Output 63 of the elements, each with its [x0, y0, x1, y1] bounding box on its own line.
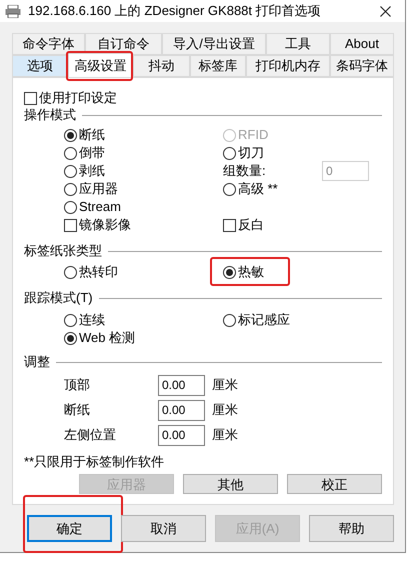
- radio-button[interactable]: [64, 146, 77, 160]
- unit-label: 厘米: [212, 426, 238, 444]
- radio-button[interactable]: [64, 164, 77, 178]
- tab[interactable]: 工具: [266, 33, 330, 55]
- radio-label: 热敏: [238, 263, 264, 282]
- tab[interactable]: 打印机内存: [246, 55, 330, 77]
- tab[interactable]: 选项: [12, 55, 68, 77]
- checkbox[interactable]: [24, 92, 37, 104]
- section-title: 操作模式: [24, 106, 76, 124]
- tab[interactable]: 导入/导出设置: [162, 33, 266, 55]
- field-label: 顶部: [64, 376, 91, 394]
- close-icon[interactable]: [380, 6, 391, 16]
- window-title: 192.168.6.160 上的 ZDesigner GK888t 打印首选项: [28, 2, 321, 20]
- field-label: 断纸: [64, 401, 91, 420]
- tab[interactable]: 命令字体: [12, 33, 85, 55]
- note-text: **只限用于标签制作软件: [24, 453, 166, 471]
- field-label: 组数量:: [223, 162, 267, 180]
- radio-button[interactable]: [223, 314, 236, 326]
- checkbox-label: 反白: [238, 216, 264, 234]
- section-title: 调整: [24, 353, 50, 372]
- radio-button[interactable]: [223, 266, 236, 278]
- tab[interactable]: 抖动: [133, 55, 190, 77]
- tab[interactable]: 标签库: [190, 55, 246, 77]
- radio-button[interactable]: [64, 314, 77, 326]
- button[interactable]: 帮助: [309, 515, 394, 542]
- printer-icon: [5, 4, 21, 18]
- section-title: 跟踪模式(T): [24, 289, 93, 308]
- radio-button[interactable]: [64, 182, 77, 196]
- radio-button[interactable]: [223, 182, 236, 196]
- field-label: 左侧位置: [64, 426, 117, 444]
- button[interactable]: 其他: [183, 474, 278, 494]
- checkbox[interactable]: [223, 218, 236, 232]
- section-title: 标签纸张类型: [24, 242, 102, 260]
- radio-button[interactable]: [64, 332, 77, 344]
- checkbox-label: 使用打印设定: [39, 89, 117, 108]
- button[interactable]: 取消: [121, 515, 206, 542]
- radio-label: 切刀: [238, 144, 264, 162]
- checkbox-label: 镜像影像: [79, 216, 131, 234]
- input-field[interactable]: 0.00: [158, 424, 205, 446]
- radio-button[interactable]: [64, 128, 77, 142]
- radio-button[interactable]: [223, 146, 236, 160]
- button[interactable]: 确定: [27, 515, 112, 542]
- radio-button[interactable]: [64, 200, 77, 214]
- radio-label: 标记感应: [238, 311, 290, 330]
- radio-button[interactable]: [64, 266, 77, 278]
- unit-label: 厘米: [212, 376, 238, 394]
- button[interactable]: 校正: [287, 474, 382, 494]
- radio-label: 应用器: [79, 180, 118, 198]
- radio-label: 剥纸: [79, 162, 105, 180]
- tab[interactable]: 条码字体: [330, 55, 394, 77]
- radio-label: 断纸: [79, 126, 105, 144]
- radio-label: Stream: [79, 198, 121, 216]
- radio-label: 高级 **: [238, 180, 278, 198]
- radio-label: Web 检测: [79, 329, 136, 348]
- tab[interactable]: About: [330, 33, 394, 55]
- input-field[interactable]: 0.00: [158, 400, 205, 420]
- radio-label: 倒带: [79, 144, 105, 162]
- unit-label: 厘米: [212, 401, 238, 420]
- input-field[interactable]: 0.00: [158, 374, 205, 396]
- radio-label: 热转印: [79, 263, 118, 282]
- radio-label: RFID: [238, 126, 268, 144]
- radio-label: 连续: [79, 311, 105, 330]
- checkbox[interactable]: [64, 218, 77, 232]
